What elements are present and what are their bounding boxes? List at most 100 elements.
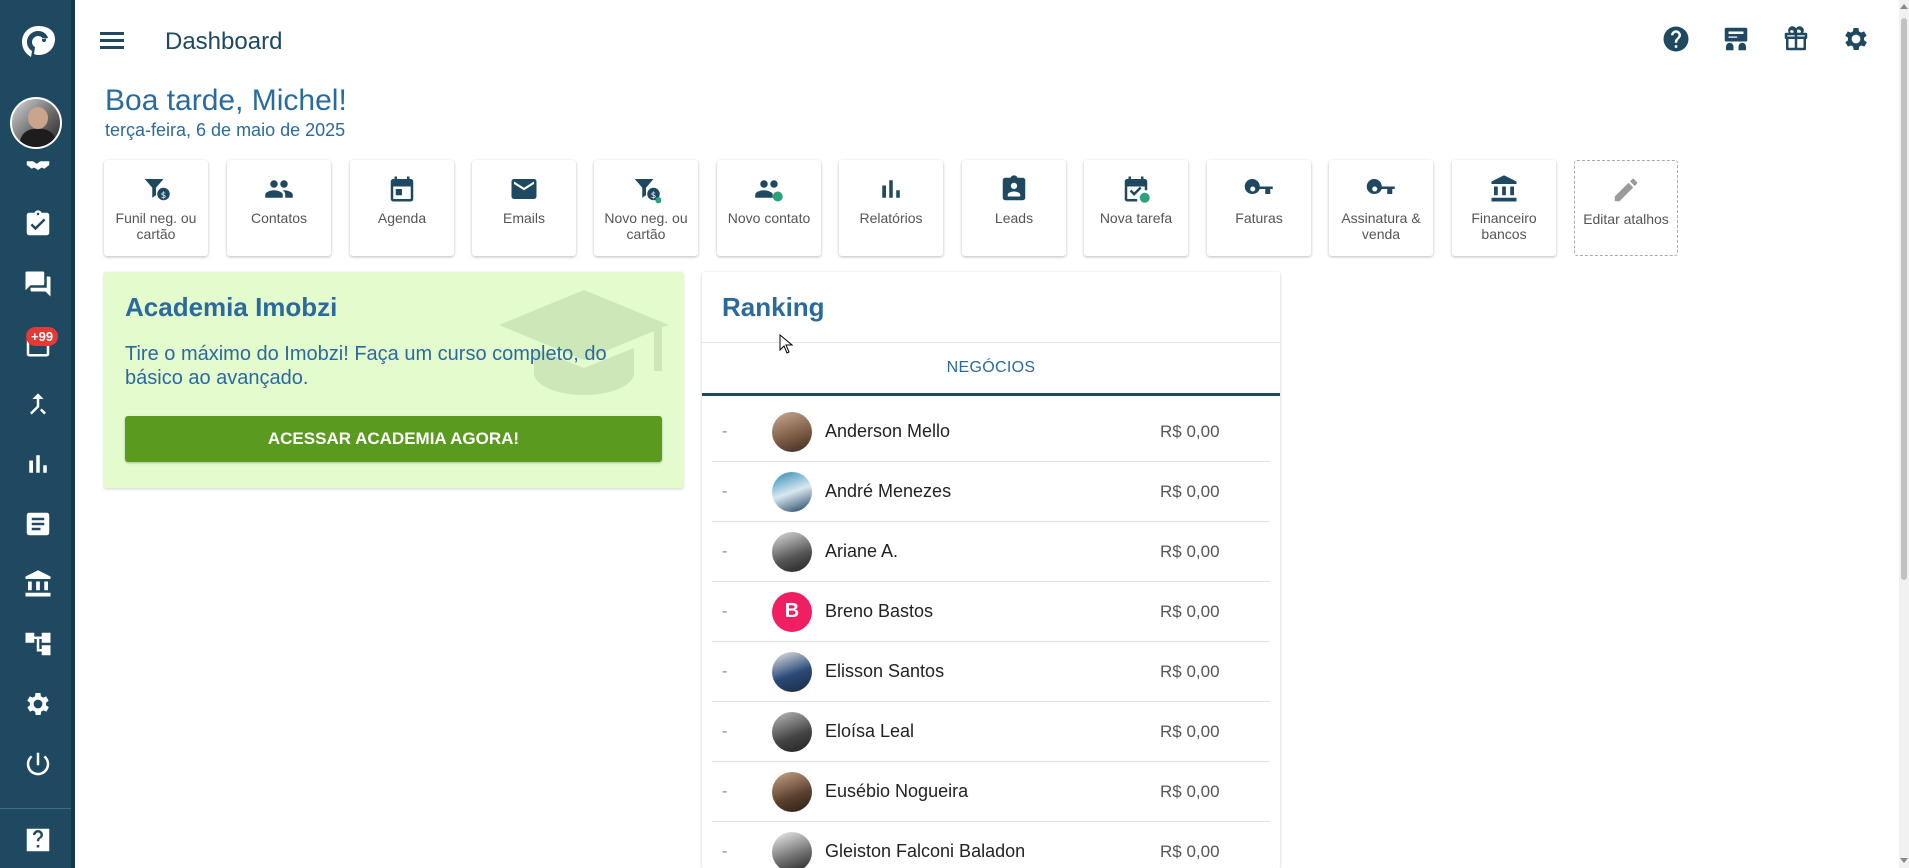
ranking-position: -: [722, 542, 728, 560]
ranking-position: -: [722, 662, 728, 680]
ranking-name: Elisson Santos: [825, 661, 945, 681]
calendar-icon: [390, 176, 414, 202]
academia-description: Tire o máximo do Imobzi! Faça um curso c…: [125, 343, 607, 389]
ranking-position: -: [722, 482, 728, 500]
billing-tickets-icon[interactable]: [1721, 24, 1751, 59]
user-avatar[interactable]: [10, 97, 62, 149]
shortcut-nova-tarefa[interactable]: Nova tarefa: [1084, 160, 1188, 256]
shortcut-emails[interactable]: Emails: [472, 160, 576, 256]
academia-card: Academia Imobzi Tire o máximo do Imobzi!…: [104, 272, 683, 488]
page-scrollbar[interactable]: [1899, 0, 1909, 868]
user-avatar: [772, 531, 812, 572]
receipt-icon[interactable]: [0, 500, 75, 548]
ranking-position: -: [722, 842, 728, 860]
chat-icon[interactable]: [0, 260, 75, 308]
people-icon: [265, 180, 293, 198]
shortcut-label: Assinatura & venda: [1341, 210, 1421, 242]
gift-icon[interactable]: [1781, 24, 1811, 59]
ranking-row[interactable]: - Anderson Mello R$ 0,00: [712, 402, 1270, 462]
scroll-up-icon[interactable]: [1900, 4, 1908, 9]
sidebar: +99: [0, 0, 75, 868]
ranking-row[interactable]: - Elisson Santos R$ 0,00: [712, 642, 1270, 702]
ranking-title: Ranking: [722, 292, 825, 322]
pencil-icon: [1614, 178, 1638, 202]
ranking-name: Eusébio Nogueira: [825, 781, 969, 801]
shortcut-novo-negocio[interactable]: $ Novo neg. ou cartão: [594, 160, 698, 256]
key-icon: [1366, 179, 1395, 195]
ranking-value: R$ 0,00: [1160, 841, 1220, 861]
calendar-check-icon: [1124, 176, 1150, 203]
shortcut-novo-contato[interactable]: Novo contato: [717, 160, 821, 256]
user-avatar: [772, 411, 812, 452]
ranking-name: Ariane A.: [825, 541, 899, 561]
shortcut-funil[interactable]: $ Funil neg. ou cartão: [104, 160, 208, 256]
svg-text:$: $: [651, 191, 657, 201]
handshake-icon[interactable]: [0, 150, 75, 180]
ranking-value: R$ 0,00: [1160, 481, 1220, 501]
user-avatar: [772, 831, 812, 868]
sidebar-scrollbar[interactable]: [71, 0, 75, 868]
bank-icon[interactable]: [0, 560, 75, 608]
shortcut-label: Novo contato: [727, 210, 811, 226]
ranking-value: R$ 0,00: [1160, 781, 1220, 801]
ranking-name: Eloísa Leal: [825, 721, 915, 741]
scrollbar-thumb[interactable]: [1901, 18, 1907, 580]
settings-gear-icon[interactable]: [1841, 24, 1871, 59]
shortcut-label: Relatórios: [859, 210, 923, 226]
app-logo-icon[interactable]: [0, 18, 75, 68]
ranking-name: Gleiston Falconi Baladon: [825, 841, 1026, 861]
bar-chart-icon[interactable]: [0, 440, 75, 488]
ranking-position: -: [722, 602, 728, 620]
ranking-value: R$ 0,00: [1160, 721, 1220, 741]
task-clipboard-icon[interactable]: [0, 200, 75, 248]
user-initial-avatar: B: [772, 591, 812, 632]
ranking-row[interactable]: - Ariane A. R$ 0,00: [712, 522, 1270, 582]
shortcut-editar-atalhos[interactable]: Editar atalhos: [1574, 160, 1678, 256]
page-title: Dashboard: [165, 28, 283, 55]
mouse-cursor-icon: [779, 334, 793, 354]
greeting-title: Boa tarde, Michel!: [105, 84, 347, 117]
ranking-card: Ranking NEGÓCIOS - Anderson Mello R$ 0,0…: [702, 272, 1280, 868]
shortcut-agenda[interactable]: Agenda: [350, 160, 454, 256]
settings-gear-icon[interactable]: [0, 680, 75, 728]
shortcut-label: Nova tarefa: [1099, 210, 1173, 226]
shortcut-financeiro-bancos[interactable]: Financeiro bancos: [1452, 160, 1556, 256]
shortcut-label: Faturas: [1235, 210, 1283, 226]
bar-chart-icon: [882, 180, 900, 198]
ranking-name: Breno Bastos: [825, 601, 934, 621]
shortcut-label: Editar atalhos: [1583, 211, 1669, 227]
ranking-value: R$ 0,00: [1160, 661, 1220, 681]
pipeline-merge-icon[interactable]: [0, 380, 75, 428]
ranking-row[interactable]: - André Menezes R$ 0,00: [712, 462, 1270, 522]
key-icon: [1244, 179, 1273, 195]
ranking-row[interactable]: - Eloísa Leal R$ 0,00: [712, 702, 1270, 762]
shortcut-label: Novo neg. ou cartão: [604, 210, 688, 242]
shortcut-faturas[interactable]: Faturas: [1207, 160, 1311, 256]
mail-icon: [511, 179, 537, 199]
shortcut-assinatura-venda[interactable]: Assinatura & venda: [1329, 160, 1433, 256]
user-avatar: [772, 771, 812, 812]
ranking-row[interactable]: - B Breno Bastos R$ 0,00: [712, 582, 1270, 642]
shortcut-label: Funil neg. ou cartão: [115, 210, 197, 242]
help-circle-icon[interactable]: [1661, 24, 1691, 59]
ranking-row[interactable]: - Eusébio Nogueira R$ 0,00: [712, 762, 1270, 822]
funnel-add-icon: $: [634, 179, 661, 204]
access-academia-button[interactable]: ACESSAR ACADEMIA AGORA!: [125, 416, 662, 462]
user-avatar: [772, 651, 812, 692]
hamburger-menu-icon[interactable]: [100, 28, 132, 56]
shortcut-relatorios[interactable]: Relatórios: [839, 160, 943, 256]
shortcut-contatos[interactable]: Contatos: [227, 160, 331, 256]
shortcut-label: Emails: [502, 210, 545, 226]
organization-chart-icon[interactable]: [0, 620, 75, 668]
svg-text:$: $: [161, 191, 167, 201]
bank-icon: [1491, 175, 1517, 202]
ranking-name: André Menezes: [825, 481, 952, 501]
shortcut-label: Financeiro bancos: [1471, 210, 1537, 242]
power-icon[interactable]: [0, 740, 75, 788]
shortcut-leads[interactable]: Leads: [962, 160, 1066, 256]
shortcut-label: Agenda: [377, 210, 427, 226]
user-avatar: [772, 711, 812, 752]
ranking-row[interactable]: - Gleiston Falconi Baladon R$ 0,00: [712, 822, 1270, 868]
scroll-down-icon[interactable]: [1900, 858, 1908, 863]
help-icon[interactable]: [0, 816, 75, 864]
